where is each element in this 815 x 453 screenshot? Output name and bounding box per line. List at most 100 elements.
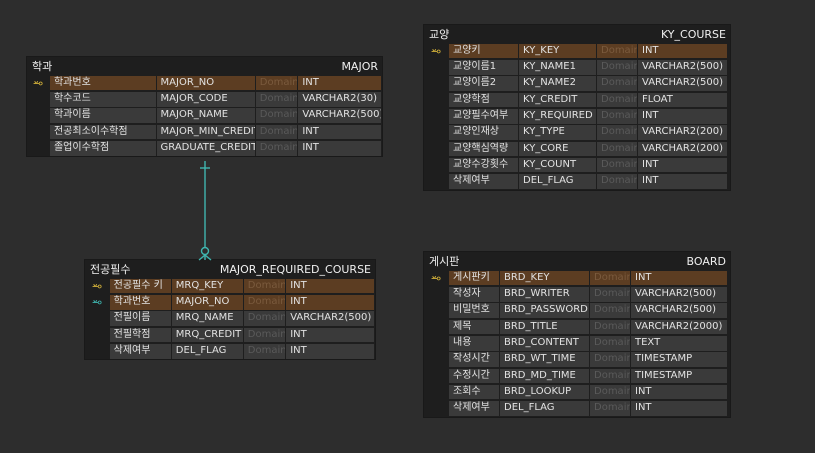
column-physical-name: KY_NAME2 <box>519 76 596 91</box>
column-data-type: VARCHAR2(500) <box>631 303 727 318</box>
column-data-type: VARCHAR2(2000) <box>631 319 727 335</box>
column-domain: Domain <box>597 174 637 189</box>
column-logical-name: 제목 <box>449 319 499 335</box>
key-indicator <box>424 336 448 351</box>
column-row[interactable]: ⚷ 전공필수 키 MRQ_KEY Domain INT <box>85 278 375 294</box>
column-domain: Domain <box>590 303 630 318</box>
column-row[interactable]: 교양필수여부 KY_REQUIRED Domain INT <box>424 108 730 124</box>
entity-major[interactable]: 학과 MAJOR ⚷ 학과번호 MAJOR_NO Domain INT 학수코드 MAJOR… <box>27 57 382 157</box>
primary-key-icon: ⚷ <box>90 282 104 291</box>
zero-cardinality-mark <box>200 246 210 256</box>
entity-ky-course[interactable]: 교양 KY_COURSE ⚷ 교양키 KY_KEY Domain INT 교양이름1 KY_… <box>424 25 730 190</box>
column-data-type: INT <box>638 174 727 189</box>
key-indicator <box>424 60 448 75</box>
column-physical-name: MAJOR_NO <box>171 295 243 310</box>
column-domain: Domain <box>597 157 637 173</box>
column-physical-name: MAJOR_CODE <box>156 92 255 107</box>
column-data-type: INT <box>638 157 727 173</box>
column-domain: Domain <box>255 141 298 156</box>
column-physical-name: BRD_LOOKUP <box>500 384 589 400</box>
column-domain: Domain <box>255 92 298 107</box>
column-data-type: INT <box>631 270 727 286</box>
column-physical-name: KY_REQUIRED <box>519 109 596 124</box>
column-row[interactable]: 학수코드 MAJOR_CODE Domain VARCHAR2(30) <box>27 91 382 107</box>
key-indicator <box>27 141 49 156</box>
column-row[interactable]: 비밀번호 BRD_PASSWORD Domain VARCHAR2(500) <box>424 303 730 319</box>
column-physical-name: BRD_WT_TIME <box>500 352 589 367</box>
column-row[interactable]: 졸업이수학점 GRADUATE_CREDIT Domain INT <box>27 140 382 156</box>
column-row[interactable]: 전필학점 MRQ_CREDIT Domain INT <box>85 327 375 343</box>
primary-key-icon: ⚷ <box>31 79 45 88</box>
entity-major-required-course[interactable]: 전공필수 MAJOR_REQUIRED_COURSE ⚷ 전공필수 키 MRQ_KE… <box>85 260 375 360</box>
key-indicator: ⚷ <box>85 279 109 294</box>
column-data-type: VARCHAR2(30) <box>298 92 382 107</box>
column-domain: Domain <box>597 125 637 140</box>
column-logical-name: 교양이름1 <box>449 60 518 75</box>
column-domain: Domain <box>590 401 630 416</box>
column-logical-name: 학과이름 <box>49 108 156 123</box>
column-row[interactable]: ⚷ 학과번호 MAJOR_NO Domain INT <box>27 75 382 91</box>
column-row[interactable]: 교양수강횟수 KY_COUNT Domain INT <box>424 157 730 173</box>
column-row[interactable]: 작성시간 BRD_WT_TIME Domain TIMESTAMP <box>424 351 730 367</box>
column-logical-name: 교양인재상 <box>449 125 518 140</box>
column-domain: Domain <box>255 75 298 91</box>
column-row[interactable]: 제목 BRD_TITLE Domain VARCHAR2(2000) <box>424 319 730 335</box>
key-indicator <box>424 320 448 335</box>
column-data-type: VARCHAR2(500) <box>638 76 727 91</box>
column-list: ⚷ 전공필수 키 MRQ_KEY Domain INT ⚷ 학과번호 MAJOR_NO Doma… <box>85 278 375 359</box>
key-indicator <box>424 174 448 189</box>
column-row[interactable]: 수정시간 BRD_MD_TIME Domain TIMESTAMP <box>424 368 730 384</box>
key-indicator <box>85 328 109 343</box>
primary-key-icon: ⚷ <box>429 274 443 283</box>
key-indicator <box>424 385 448 400</box>
key-indicator <box>85 311 109 326</box>
column-row[interactable]: 교양학점 KY_CREDIT Domain FLOAT <box>424 92 730 108</box>
entity-logical-name: 교양 <box>429 28 450 41</box>
column-physical-name: KY_KEY <box>519 43 596 59</box>
column-data-type: INT <box>286 327 374 343</box>
column-row[interactable]: ⚷ 교양키 KY_KEY Domain INT <box>424 43 730 59</box>
column-logical-name: 게시판키 <box>449 270 499 286</box>
column-logical-name: 비밀번호 <box>449 303 499 318</box>
key-indicator <box>424 287 448 302</box>
column-row[interactable]: 전필이름 MRQ_NAME Domain VARCHAR2(500) <box>85 311 375 327</box>
key-indicator <box>27 92 49 107</box>
column-list: ⚷ 게시판키 BRD_KEY Domain INT 작성자 BRD_WRITER Domain… <box>424 270 730 417</box>
column-domain: Domain <box>243 295 286 310</box>
entity-header[interactable]: 학과 MAJOR <box>27 57 382 75</box>
column-domain: Domain <box>255 108 298 123</box>
column-list: ⚷ 학과번호 MAJOR_NO Domain INT 학수코드 MAJOR_CODE Doma… <box>27 75 382 156</box>
column-logical-name: 전공최소이수학점 <box>49 124 156 140</box>
column-row[interactable]: 조회수 BRD_LOOKUP Domain INT <box>424 384 730 400</box>
column-physical-name: MRQ_NAME <box>171 311 243 326</box>
column-row[interactable]: 삭제여부 DEL_FLAG Domain INT <box>85 343 375 359</box>
column-domain: Domain <box>243 311 286 326</box>
column-row[interactable]: 삭제여부 DEL_FLAG Domain INT <box>424 173 730 189</box>
column-row[interactable]: 삭제여부 DEL_FLAG Domain INT <box>424 400 730 416</box>
column-logical-name: 교양이름2 <box>449 76 518 91</box>
column-row[interactable]: 학과이름 MAJOR_NAME Domain VARCHAR2(500) <box>27 108 382 124</box>
key-indicator: ⚷ <box>424 44 448 59</box>
column-logical-name: 교양핵심역량 <box>449 141 518 157</box>
entity-header[interactable]: 교양 KY_COURSE <box>424 25 730 43</box>
column-row[interactable]: 내용 BRD_CONTENT Domain TEXT <box>424 335 730 351</box>
column-row[interactable]: ⚷ 학과번호 MAJOR_NO Domain INT <box>85 294 375 310</box>
entity-physical-name: MAJOR_REQUIRED_COURSE <box>219 262 371 276</box>
entity-board[interactable]: 게시판 BOARD ⚷ 게시판키 BRD_KEY Domain INT 작성자 BRD_WR… <box>424 252 730 417</box>
column-logical-name: 내용 <box>449 336 499 351</box>
column-logical-name: 삭제여부 <box>109 344 171 359</box>
column-logical-name: 조회수 <box>449 384 499 400</box>
column-row[interactable]: 교양이름1 KY_NAME1 Domain VARCHAR2(500) <box>424 59 730 75</box>
column-data-type: INT <box>298 75 382 91</box>
entity-header[interactable]: 전공필수 MAJOR_REQUIRED_COURSE <box>85 260 375 278</box>
column-row[interactable]: 교양이름2 KY_NAME2 Domain VARCHAR2(500) <box>424 76 730 92</box>
column-logical-name: 교양학점 <box>449 92 518 108</box>
column-row[interactable]: 교양핵심역량 KY_CORE Domain VARCHAR2(200) <box>424 141 730 157</box>
column-row[interactable]: 작성자 BRD_WRITER Domain VARCHAR2(500) <box>424 286 730 302</box>
entity-header[interactable]: 게시판 BOARD <box>424 252 730 270</box>
column-row[interactable]: 교양인재상 KY_TYPE Domain VARCHAR2(200) <box>424 124 730 140</box>
column-domain: Domain <box>597 109 637 124</box>
column-row[interactable]: ⚷ 게시판키 BRD_KEY Domain INT <box>424 270 730 286</box>
column-row[interactable]: 전공최소이수학점 MAJOR_MIN_CREDIT Domain INT <box>27 124 382 140</box>
column-logical-name: 수정시간 <box>449 368 499 384</box>
